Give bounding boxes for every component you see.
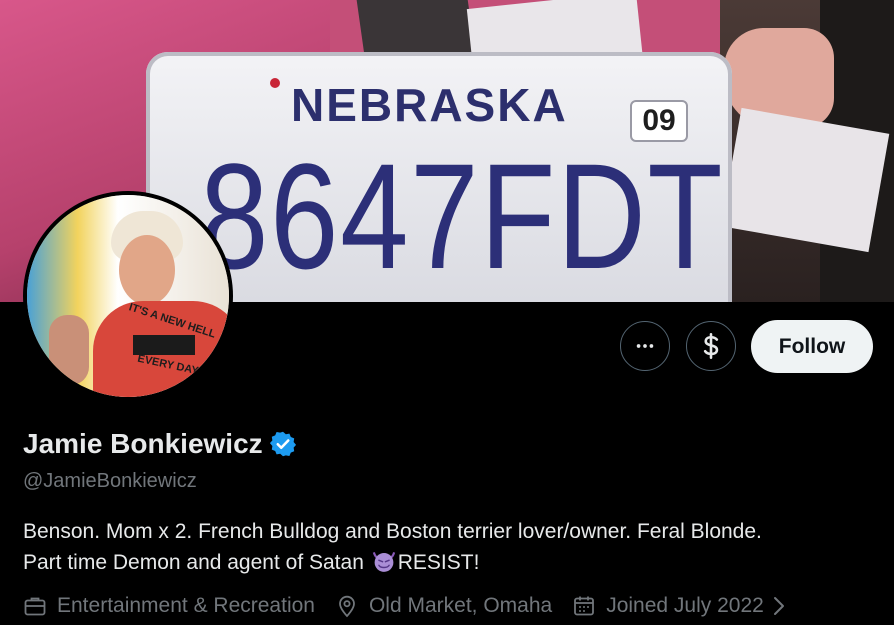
verified-badge-icon[interactable]	[269, 430, 297, 458]
profile-meta: Entertainment & Recreation Old Market, O…	[23, 594, 818, 618]
briefcase-icon	[24, 597, 46, 616]
subscribe-button[interactable]	[686, 321, 736, 371]
bio-line-2-end: RESIST!	[397, 551, 480, 574]
meta-location: Old Market, Omaha	[335, 594, 552, 618]
avatar-arm	[49, 315, 89, 385]
bio-line-1: Benson. Mom x 2. French Bulldog and Bost…	[23, 520, 762, 543]
avatar-shirt-state-shape	[133, 335, 195, 355]
bio: Benson. Mom x 2. French Bulldog and Bost…	[23, 516, 883, 578]
display-name: Jamie Bonkiewicz	[23, 428, 263, 459]
meta-joined-text: Joined July 2022	[606, 594, 764, 617]
plate-number: 8647FDT	[200, 132, 725, 300]
avatar[interactable]: IT'S A NEW HELL EVERY DAY	[23, 191, 233, 401]
license-plate: NEBRASKA 09 8647FDT	[146, 52, 732, 302]
meta-category: Entertainment & Recreation	[23, 594, 315, 618]
name-row: Jamie Bonkiewicz	[23, 428, 297, 460]
avatar-face	[119, 235, 175, 305]
location-pin-icon	[339, 595, 355, 618]
smiling-devil-emoji	[372, 552, 395, 572]
meta-joined: Joined July 2022	[572, 594, 798, 618]
dollar-sign-icon	[703, 333, 719, 359]
meta-category-text: Entertainment & Recreation	[57, 594, 315, 617]
plate-dot	[270, 78, 280, 88]
bio-line-2: Part time Demon and agent of Satan	[23, 551, 370, 574]
plate-state: NEBRASKA	[291, 79, 568, 131]
more-horizontal-icon	[636, 344, 654, 348]
handle: @JamieBonkiewicz	[23, 470, 197, 492]
more-button[interactable]	[620, 321, 670, 371]
meta-location-text: Old Market, Omaha	[368, 594, 553, 617]
avatar-photo: IT'S A NEW HELL EVERY DAY	[27, 195, 229, 397]
calendar-icon	[574, 596, 595, 616]
banner-document	[720, 107, 890, 253]
follow-button[interactable]: Follow	[751, 320, 873, 373]
chevron-right-icon[interactable]	[770, 595, 788, 617]
